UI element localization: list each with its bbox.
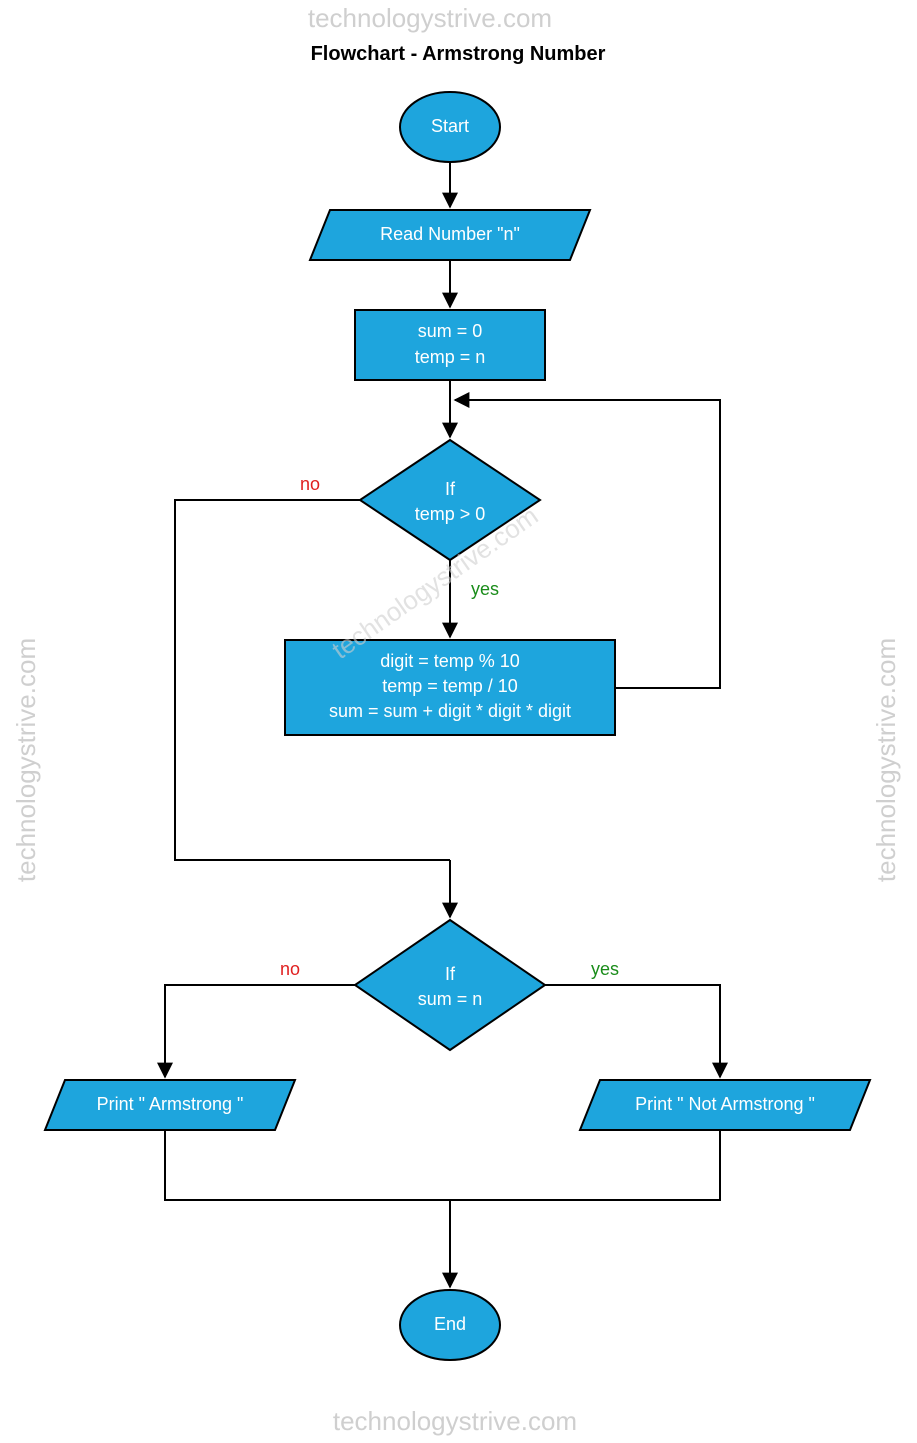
svg-text:Read Number "n": Read Number "n": [380, 224, 520, 244]
svg-text:Print " Not Armstrong ": Print " Not Armstrong ": [635, 1094, 815, 1114]
watermark-bottom: technologystrive.com: [333, 1406, 577, 1436]
svg-text:temp > 0: temp > 0: [415, 504, 486, 524]
svg-text:sum = 0: sum = 0: [418, 321, 483, 341]
svg-text:sum = sum + digit * digit * di: sum = sum + digit * digit * digit: [329, 701, 571, 721]
node-init: sum = 0 temp = n: [355, 310, 545, 380]
node-end: End: [400, 1290, 500, 1360]
label-cond2-no: no: [280, 959, 300, 979]
svg-text:If: If: [445, 479, 456, 499]
edge-cond2-yes: [545, 985, 720, 1077]
node-cond2: If sum = n: [355, 920, 545, 1050]
label-cond2-yes: yes: [591, 959, 619, 979]
watermark-right: technologystrive.com: [871, 638, 901, 882]
svg-text:temp = temp / 10: temp = temp / 10: [382, 676, 518, 696]
edge-cond2-no: [165, 985, 355, 1077]
edge-right-merge: [450, 1130, 720, 1200]
svg-text:If: If: [445, 964, 456, 984]
svg-text:Start: Start: [431, 116, 469, 136]
node-start: Start: [400, 92, 500, 162]
flowchart-canvas: technologystrive.com technologystrive.co…: [0, 0, 917, 1443]
edge-left-merge: [165, 1130, 450, 1200]
node-print-not-armstrong: Print " Not Armstrong ": [580, 1080, 870, 1130]
svg-text:digit = temp % 10: digit = temp % 10: [380, 651, 520, 671]
label-cond1-yes: yes: [471, 579, 499, 599]
svg-text:Print " Armstrong ": Print " Armstrong ": [97, 1094, 244, 1114]
svg-text:sum = n: sum = n: [418, 989, 483, 1009]
watermark-left: technologystrive.com: [11, 638, 41, 882]
node-print-armstrong: Print " Armstrong ": [45, 1080, 295, 1130]
diagram-title: Flowchart - Armstrong Number: [311, 43, 606, 65]
node-read: Read Number "n": [310, 210, 590, 260]
svg-text:temp = n: temp = n: [415, 347, 486, 367]
node-loop: digit = temp % 10 temp = temp / 10 sum =…: [285, 640, 615, 735]
svg-text:End: End: [434, 1314, 466, 1334]
watermark-top: technologystrive.com: [308, 3, 552, 33]
label-cond1-no: no: [300, 474, 320, 494]
